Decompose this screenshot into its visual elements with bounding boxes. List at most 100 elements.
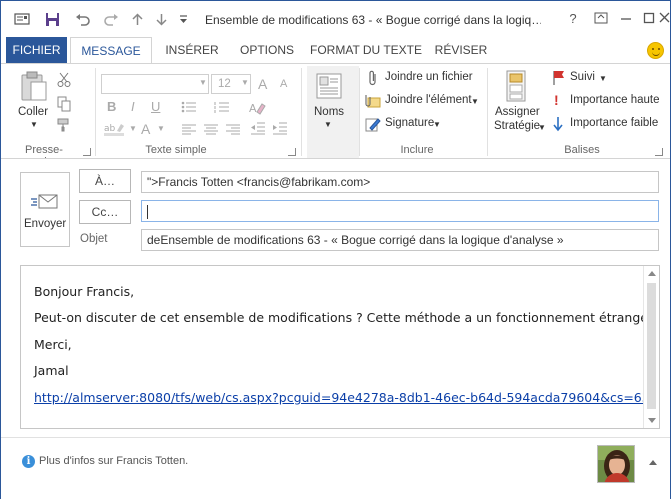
increase-indent-icon[interactable] bbox=[273, 122, 287, 138]
cc-button[interactable]: Cc… bbox=[79, 200, 131, 224]
align-left-icon[interactable] bbox=[182, 124, 196, 138]
font-name-dropdown-icon[interactable]: ▼ bbox=[199, 78, 207, 87]
scroll-thumb[interactable] bbox=[647, 283, 656, 409]
ribbon-display-button[interactable] bbox=[593, 11, 609, 27]
to-button[interactable]: À… bbox=[79, 169, 131, 193]
tab-format-text[interactable]: FORMAT DU TEXTE bbox=[310, 37, 422, 63]
signature-dropdown-icon[interactable]: ▼ bbox=[433, 120, 441, 129]
decrease-indent-icon[interactable] bbox=[251, 122, 265, 138]
attach-item-icon[interactable] bbox=[364, 93, 382, 112]
ribbon: Coller ▼ Presse-papiers ▼ 12 ▼ A A B I U bbox=[1, 63, 670, 168]
tab-file[interactable]: FICHIER bbox=[6, 37, 67, 63]
basic-text-group-label: Texte simple bbox=[145, 144, 207, 156]
scroll-up-icon[interactable] bbox=[648, 271, 656, 276]
names-dropdown-icon[interactable]: ▼ bbox=[324, 120, 332, 129]
assign-policy-icon[interactable] bbox=[501, 70, 531, 105]
up-icon[interactable] bbox=[130, 9, 144, 29]
window-title: Ensemble de modifications 63 - « Bogue c… bbox=[205, 13, 541, 27]
redo-icon[interactable] bbox=[102, 9, 120, 29]
italic-button[interactable]: I bbox=[131, 99, 135, 114]
highlight-dropdown-icon[interactable]: ▼ bbox=[129, 124, 137, 133]
attach-file-button[interactable]: Joindre un fichier bbox=[385, 71, 473, 83]
send-button-label: Envoyer bbox=[24, 218, 67, 230]
subject-field[interactable]: deEnsemble de modifications 63 - « Bogue… bbox=[141, 229, 659, 251]
paperclip-icon[interactable] bbox=[367, 70, 379, 89]
shrink-font-button[interactable]: A bbox=[280, 78, 287, 90]
tags-group-label: Balises bbox=[564, 144, 600, 156]
grow-font-button[interactable]: A bbox=[258, 76, 267, 92]
clear-formatting-icon[interactable]: A bbox=[248, 101, 266, 118]
message-body[interactable]: Bonjour Francis, Peut-on discuter de cet… bbox=[20, 265, 660, 429]
paste-icon[interactable] bbox=[19, 70, 49, 105]
attach-item-dropdown-icon[interactable]: ▼ bbox=[471, 97, 479, 106]
body-greeting: Bonjour Francis, bbox=[34, 284, 135, 299]
paste-button-label[interactable]: Coller bbox=[18, 106, 48, 118]
avatar[interactable] bbox=[597, 445, 635, 483]
help-button[interactable]: ? bbox=[565, 11, 581, 27]
maximize-button[interactable] bbox=[641, 11, 657, 27]
cut-icon[interactable] bbox=[57, 72, 71, 91]
assign-policy-label-2[interactable]: Stratégie bbox=[494, 120, 540, 132]
outlook-message-window: Ensemble de modifications 63 - « Bogue c… bbox=[0, 0, 671, 499]
tab-options[interactable]: OPTIONS bbox=[235, 37, 299, 63]
font-size-dropdown-icon[interactable]: ▼ bbox=[241, 78, 249, 87]
names-button-label[interactable]: Noms bbox=[314, 106, 344, 118]
group-separator bbox=[487, 68, 488, 156]
send-button[interactable]: Envoyer bbox=[20, 172, 70, 247]
format-painter-icon[interactable] bbox=[57, 118, 71, 135]
paste-dropdown-icon[interactable]: ▼ bbox=[30, 120, 38, 129]
changeset-link[interactable]: http://almserver:8080/tfs/web/cs.aspx?pc… bbox=[34, 390, 650, 405]
numbering-icon[interactable] bbox=[214, 101, 230, 116]
follow-up-button[interactable]: Suivi bbox=[570, 71, 595, 83]
cc-field[interactable] bbox=[141, 200, 659, 222]
high-importance-icon[interactable]: ! bbox=[554, 92, 559, 108]
tab-review[interactable]: RÉVISER bbox=[432, 37, 490, 63]
vertical-scrollbar[interactable] bbox=[643, 266, 659, 428]
mail-icon[interactable] bbox=[13, 9, 31, 29]
send-icon bbox=[31, 193, 59, 214]
to-field[interactable]: ">Francis Totten <francis@fabrikam.com> bbox=[141, 171, 659, 193]
subject-label: Objet bbox=[80, 233, 108, 245]
people-pane-info[interactable]: Plus d'infos sur Francis Totten. bbox=[39, 455, 188, 467]
info-icon: i bbox=[22, 455, 35, 468]
align-right-icon[interactable] bbox=[226, 124, 240, 138]
minimize-button[interactable] bbox=[618, 11, 634, 27]
signature-button[interactable]: Signature bbox=[385, 117, 434, 129]
people-pane: i Plus d'infos sur Francis Totten. bbox=[1, 437, 670, 499]
tab-insert[interactable]: INSÉRER bbox=[159, 37, 225, 63]
feedback-smiley-icon[interactable] bbox=[647, 42, 664, 59]
tags-launcher-icon[interactable] bbox=[655, 148, 663, 156]
clipboard-launcher-icon[interactable] bbox=[83, 148, 91, 156]
assign-policy-dropdown-icon[interactable]: ▼ bbox=[538, 123, 546, 132]
bold-button[interactable]: B bbox=[107, 99, 116, 114]
high-importance-button[interactable]: Importance haute bbox=[570, 94, 660, 106]
assign-policy-label[interactable]: Assigner bbox=[495, 106, 540, 118]
font-color-dropdown-icon[interactable]: ▼ bbox=[157, 124, 165, 133]
highlight-icon[interactable]: ab bbox=[104, 122, 128, 139]
undo-icon[interactable] bbox=[73, 9, 91, 29]
down-icon[interactable] bbox=[154, 9, 168, 29]
save-icon[interactable] bbox=[43, 9, 61, 29]
tab-message[interactable]: MESSAGE bbox=[70, 37, 152, 64]
follow-up-flag-icon[interactable] bbox=[552, 70, 566, 89]
basic-text-launcher-icon[interactable] bbox=[288, 148, 296, 156]
underline-button[interactable]: U bbox=[151, 99, 160, 114]
customize-icon[interactable] bbox=[177, 9, 189, 29]
group-separator bbox=[301, 68, 302, 156]
people-pane-toggle-icon[interactable] bbox=[649, 460, 657, 465]
follow-up-dropdown-icon[interactable]: ▼ bbox=[599, 74, 607, 83]
copy-icon[interactable] bbox=[57, 96, 71, 115]
scroll-down-icon[interactable] bbox=[648, 418, 656, 423]
attach-item-button[interactable]: Joindre l'élément bbox=[385, 94, 472, 106]
font-name-combo[interactable] bbox=[101, 74, 209, 94]
title-bar: Ensemble de modifications 63 - « Bogue c… bbox=[1, 1, 670, 37]
low-importance-icon[interactable] bbox=[553, 116, 563, 135]
align-center-icon[interactable] bbox=[204, 124, 218, 138]
low-importance-button[interactable]: Importance faible bbox=[570, 117, 658, 129]
bullets-icon[interactable] bbox=[181, 101, 197, 116]
close-button[interactable] bbox=[658, 11, 670, 27]
font-color-icon[interactable]: A bbox=[141, 121, 150, 137]
body-line1: Peut-on discuter de cet ensemble de modi… bbox=[34, 310, 652, 325]
address-book-icon[interactable] bbox=[315, 72, 343, 103]
signature-icon[interactable] bbox=[365, 116, 381, 135]
